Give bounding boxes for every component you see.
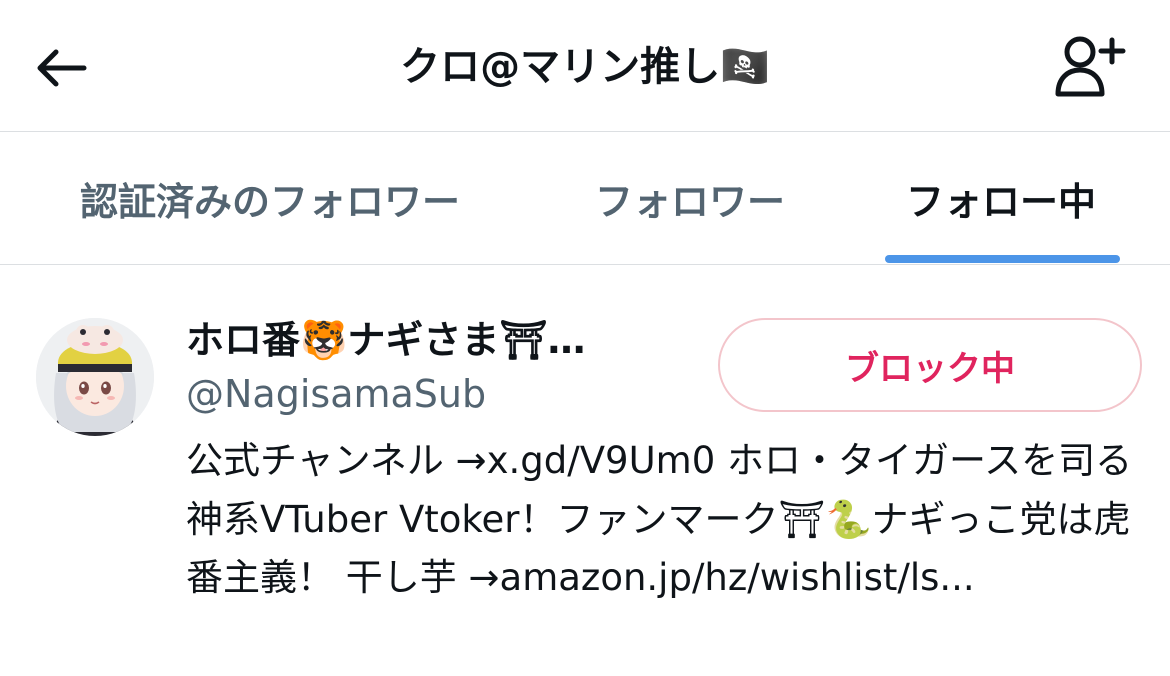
tab-verified-followers[interactable]: 認証済みのフォロワー (40, 132, 500, 265)
person-add-icon (1055, 36, 1126, 97)
user-list-item[interactable]: ホロ番🐯ナギさま⛩… @NagisamaSub ブロック中 公式チャンネル →x… (0, 266, 1170, 676)
user-display-name: ホロ番🐯ナギさま⛩… (186, 318, 586, 362)
back-button[interactable] (28, 40, 92, 96)
tab-following[interactable]: フォロー中 (880, 132, 1122, 265)
user-bio: 公式チャンネル →x.gd/V9Um0 ホロ・タイガースを司る神系VTuber … (186, 439, 1133, 599)
blocked-button[interactable]: ブロック中 (718, 318, 1142, 412)
arrow-left-icon (37, 49, 87, 87)
avatar[interactable] (36, 318, 154, 436)
add-user-button[interactable] (1050, 30, 1130, 102)
page-title: クロ@マリン推し🏴‍☠️ (400, 44, 770, 90)
tab-bar: 認証済みのフォロワー フォロワー フォロー中 (0, 132, 1170, 265)
tab-followers[interactable]: フォロワー (560, 132, 820, 265)
active-tab-indicator (885, 255, 1120, 263)
user-handle: @NagisamaSub (186, 372, 487, 416)
top-bar: クロ@マリン推し🏴‍☠️ (0, 0, 1170, 132)
